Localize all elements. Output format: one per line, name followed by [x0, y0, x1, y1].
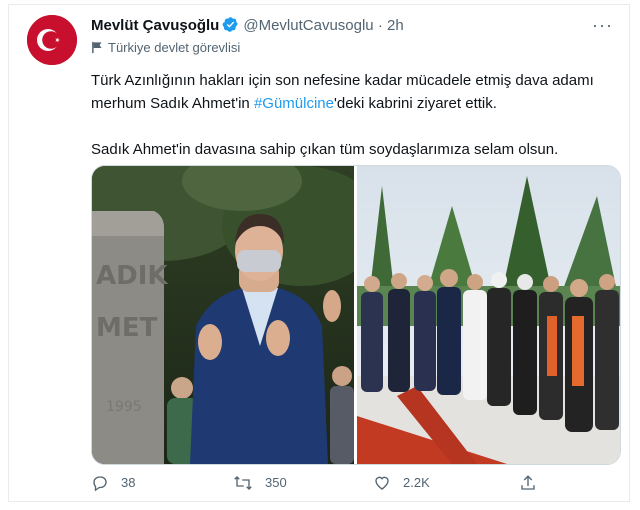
- share-button[interactable]: [519, 471, 549, 495]
- tombstone-engraving: MET: [96, 313, 158, 343]
- author-name[interactable]: Mevlüt Çavuşoğlu: [91, 17, 219, 34]
- turkish-flag-icon: [27, 15, 77, 65]
- tweet-paragraph-2: Sadık Ahmet'in davasına sahip çıkan tüm …: [91, 141, 559, 158]
- tombstone-engraving: 1995: [106, 399, 142, 415]
- tweet-text-part: 'deki kabrini ziyaret ettik.: [333, 95, 497, 112]
- retweet-button[interactable]: 350: [233, 471, 287, 495]
- tweet-card[interactable]: Mevlüt Çavuşoğlu @MevlutCavusoglu · 2h ··…: [8, 4, 630, 502]
- avatar[interactable]: [27, 15, 77, 65]
- heart-icon: [375, 476, 389, 490]
- tweet-paragraph-1: Türk Azınlığının hakları için son nefesi…: [91, 69, 621, 115]
- tweet-header: Mevlüt Çavuşoğlu @MevlutCavusoglu · 2h: [91, 15, 621, 37]
- share-upload-icon: [521, 475, 535, 490]
- more-options-icon[interactable]: ···: [592, 15, 613, 36]
- retweet-count: 350: [265, 475, 287, 490]
- photo-minister-at-grave[interactable]: ADIK MET 1995: [92, 166, 354, 464]
- tweet-text: Türk Azınlığının hakları için son nefesi…: [91, 69, 621, 161]
- flag-icon: [92, 41, 102, 54]
- author-handle[interactable]: @MevlutCavusoglu: [243, 17, 373, 34]
- retweet-arrows-icon: [234, 476, 252, 490]
- separator-dot: ·: [377, 17, 383, 34]
- hashtag-link[interactable]: #Gümülcine: [254, 95, 334, 112]
- like-button[interactable]: 2.2K: [373, 471, 430, 495]
- tombstone-engraving: ADIK: [96, 261, 168, 291]
- tweet-actions: 38 350 2.2K: [91, 471, 621, 495]
- account-label-text: Türkiye devlet görevlisi: [108, 40, 241, 55]
- speech-bubble-icon: [93, 476, 107, 492]
- photo-group-at-memorial[interactable]: [357, 166, 620, 464]
- like-count: 2.2K: [403, 475, 430, 490]
- timestamp[interactable]: 2h: [387, 17, 404, 34]
- reply-button[interactable]: 38: [91, 471, 135, 495]
- tweet-media[interactable]: ADIK MET 1995: [91, 165, 621, 465]
- account-label: Türkiye devlet görevlisi: [91, 39, 240, 57]
- reply-count: 38: [121, 475, 136, 490]
- verified-badge-icon: [222, 16, 239, 40]
